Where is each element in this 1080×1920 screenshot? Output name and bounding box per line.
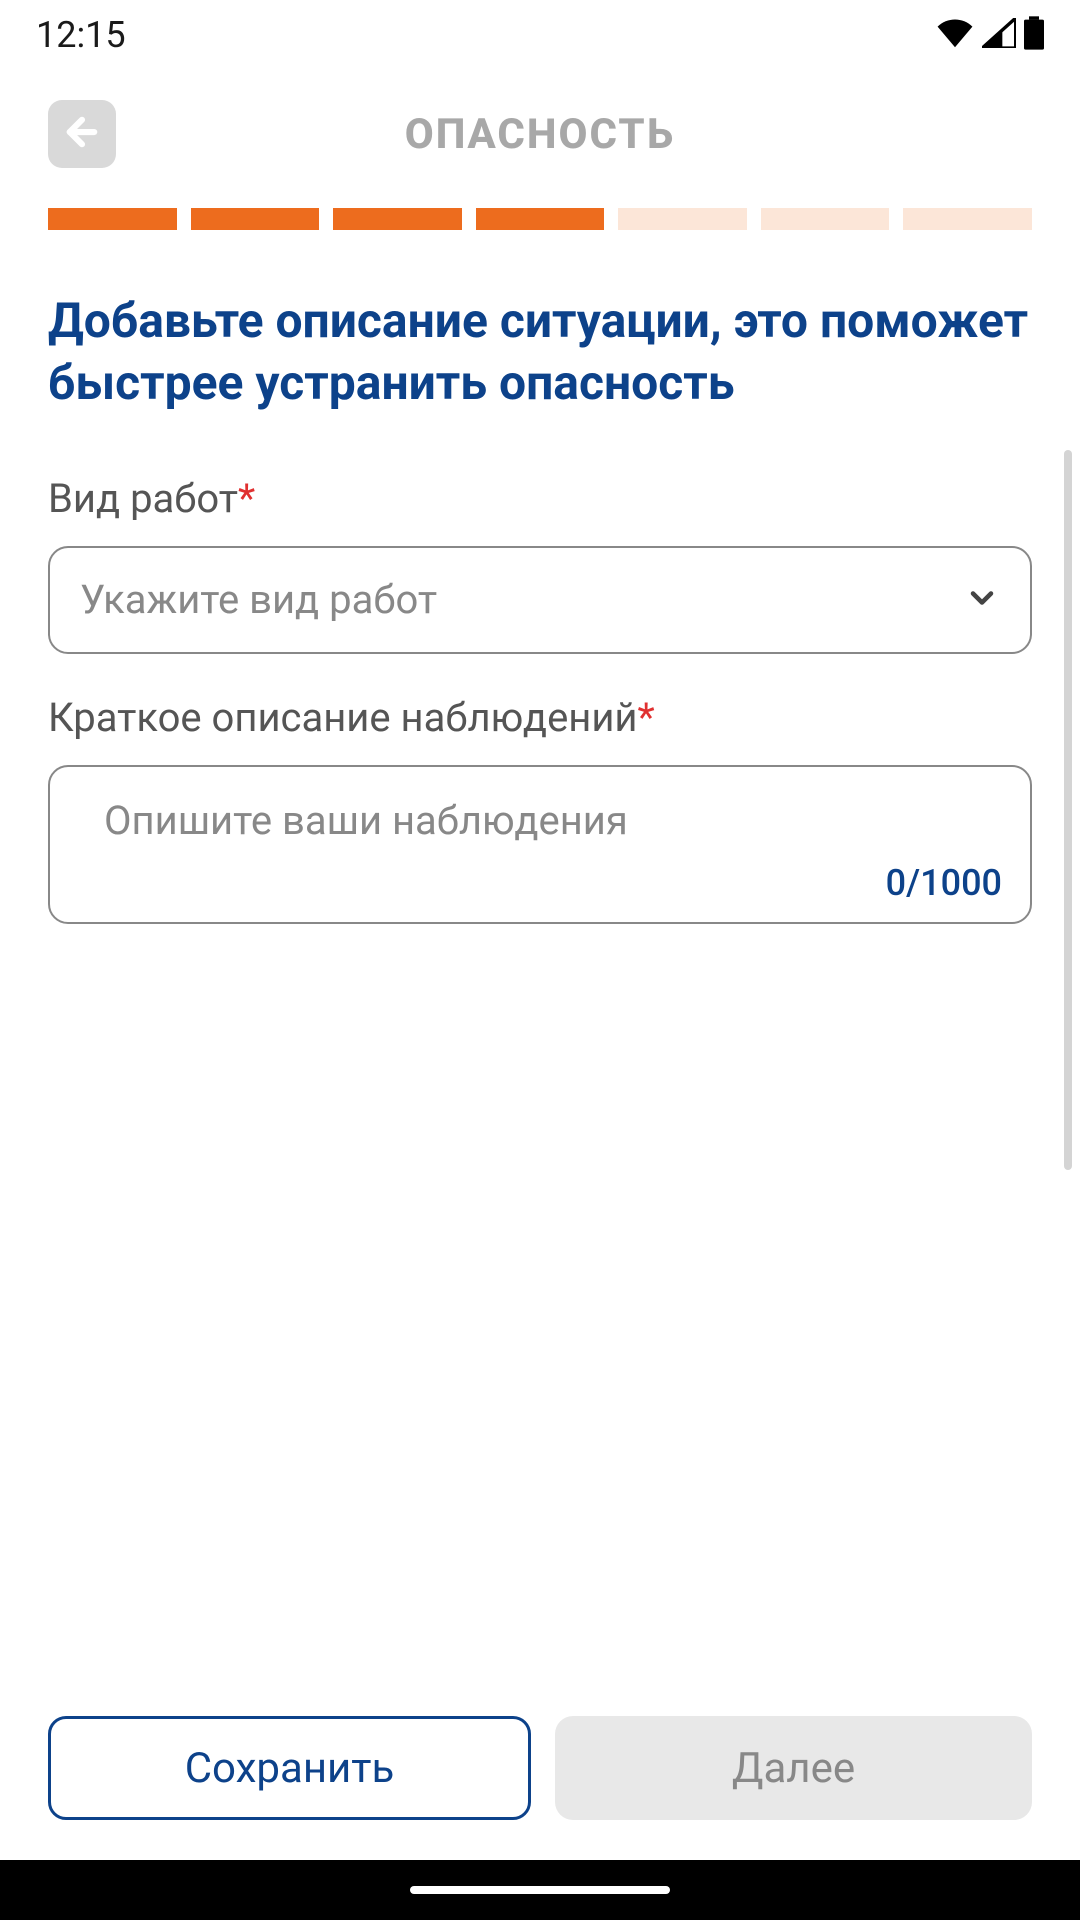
description-label: Краткое описание наблюдений* [48,694,1032,741]
progress-segment [191,208,320,230]
char-counter: 0/1000 [886,862,1002,904]
chevron-down-icon [964,580,1000,620]
progress-segment [333,208,462,230]
description-label-text: Краткое описание наблюдений [48,694,638,741]
progress-segment [48,208,177,230]
footer-buttons: Сохранить Далее [0,1716,1080,1860]
progress-bar [0,188,1080,250]
cellular-icon [982,18,1016,52]
wifi-icon [936,18,974,52]
work-type-label: Вид работ* [48,475,1032,522]
header: ОПАСНОСТЬ [0,70,1080,188]
next-button[interactable]: Далее [555,1716,1032,1820]
progress-segment [476,208,605,230]
work-type-field-group: Вид работ* Укажите вид работ [48,475,1032,654]
description-heading: Добавьте описание ситуации, это поможет … [48,290,1032,415]
status-time: 12:15 [36,14,126,56]
save-button[interactable]: Сохранить [48,1716,531,1820]
description-field-group: Краткое описание наблюдений* Опишите ваш… [48,694,1032,924]
progress-segment [903,208,1032,230]
work-type-placeholder: Укажите вид работ [80,576,437,623]
content-area: Добавьте описание ситуации, это поможет … [0,250,1080,1716]
back-button[interactable] [48,100,116,168]
progress-segment [618,208,747,230]
nav-handle[interactable] [410,1886,670,1894]
page-title: ОПАСНОСТЬ [405,110,675,159]
required-mark: * [238,475,255,522]
work-type-select[interactable]: Укажите вид работ [48,546,1032,654]
description-placeholder: Опишите ваши наблюдения [104,797,1002,844]
nav-bar [0,1860,1080,1920]
work-type-label-text: Вид работ [48,475,238,522]
battery-icon [1024,16,1044,54]
status-bar: 12:15 [0,0,1080,70]
progress-segment [761,208,890,230]
arrow-left-icon [61,111,103,157]
description-textarea[interactable]: Опишите ваши наблюдения 0/1000 [48,765,1032,924]
status-icons [936,16,1044,54]
scroll-indicator[interactable] [1064,450,1072,1170]
required-mark: * [638,694,655,741]
